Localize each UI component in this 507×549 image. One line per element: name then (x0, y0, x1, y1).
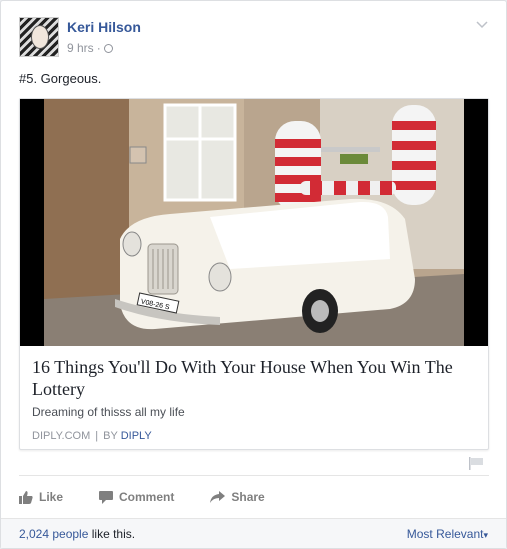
link-domain: DIPLY.COM (32, 430, 91, 442)
avatar[interactable] (19, 17, 59, 57)
likes-summary: 2,024 people like this. (19, 527, 135, 541)
flag-icon[interactable] (468, 457, 484, 470)
like-label: Like (39, 490, 64, 504)
post-card: Keri Hilson 9 hrs · #5. Gorgeous. V08-26… (0, 0, 507, 549)
share-button[interactable]: Share (210, 486, 265, 508)
action-bar: Like Comment Share (19, 486, 301, 508)
comment-button[interactable]: Comment (99, 486, 174, 508)
link-image[interactable]: V08-26 S (20, 99, 488, 346)
post-header: Keri Hilson 9 hrs · (19, 17, 489, 59)
source-separator: | (95, 430, 99, 442)
link-source: DIPLY.COM | BY DIPLY (32, 430, 152, 442)
divider (19, 475, 489, 476)
thumbs-up-icon (19, 491, 33, 504)
share-label: Share (231, 490, 265, 504)
comment-icon (99, 490, 114, 504)
sort-dropdown[interactable]: Most Relevant▾ (407, 527, 488, 541)
post-footer: 2,024 people like this. Most Relevant▾ (1, 518, 506, 548)
sort-arrow-icon: ▾ (483, 530, 488, 540)
post-meta: 9 hrs · (67, 41, 113, 55)
share-icon (210, 491, 226, 503)
link-author[interactable]: DIPLY (121, 430, 152, 442)
likes-suffix: like this. (91, 527, 136, 541)
globe-icon[interactable] (103, 43, 113, 53)
likes-count-link[interactable]: 2,024 people (19, 527, 88, 541)
meta-dot: · (96, 41, 101, 55)
comment-label: Comment (119, 490, 175, 504)
like-button[interactable]: Like (19, 486, 63, 508)
chevron-down-icon[interactable] (476, 19, 488, 31)
link-title[interactable]: 16 Things You'll Do With Your House When… (32, 356, 482, 400)
link-description: Dreaming of thisss all my life (32, 405, 185, 419)
link-preview[interactable]: V08-26 S 16 Things You'll Do With Your H… (19, 98, 489, 450)
post-timestamp[interactable]: 9 hrs (67, 41, 94, 55)
link-by: BY (103, 430, 118, 442)
sort-label: Most Relevant (406, 527, 484, 541)
author-name[interactable]: Keri Hilson (67, 19, 141, 35)
post-text: #5. Gorgeous. (19, 71, 102, 86)
